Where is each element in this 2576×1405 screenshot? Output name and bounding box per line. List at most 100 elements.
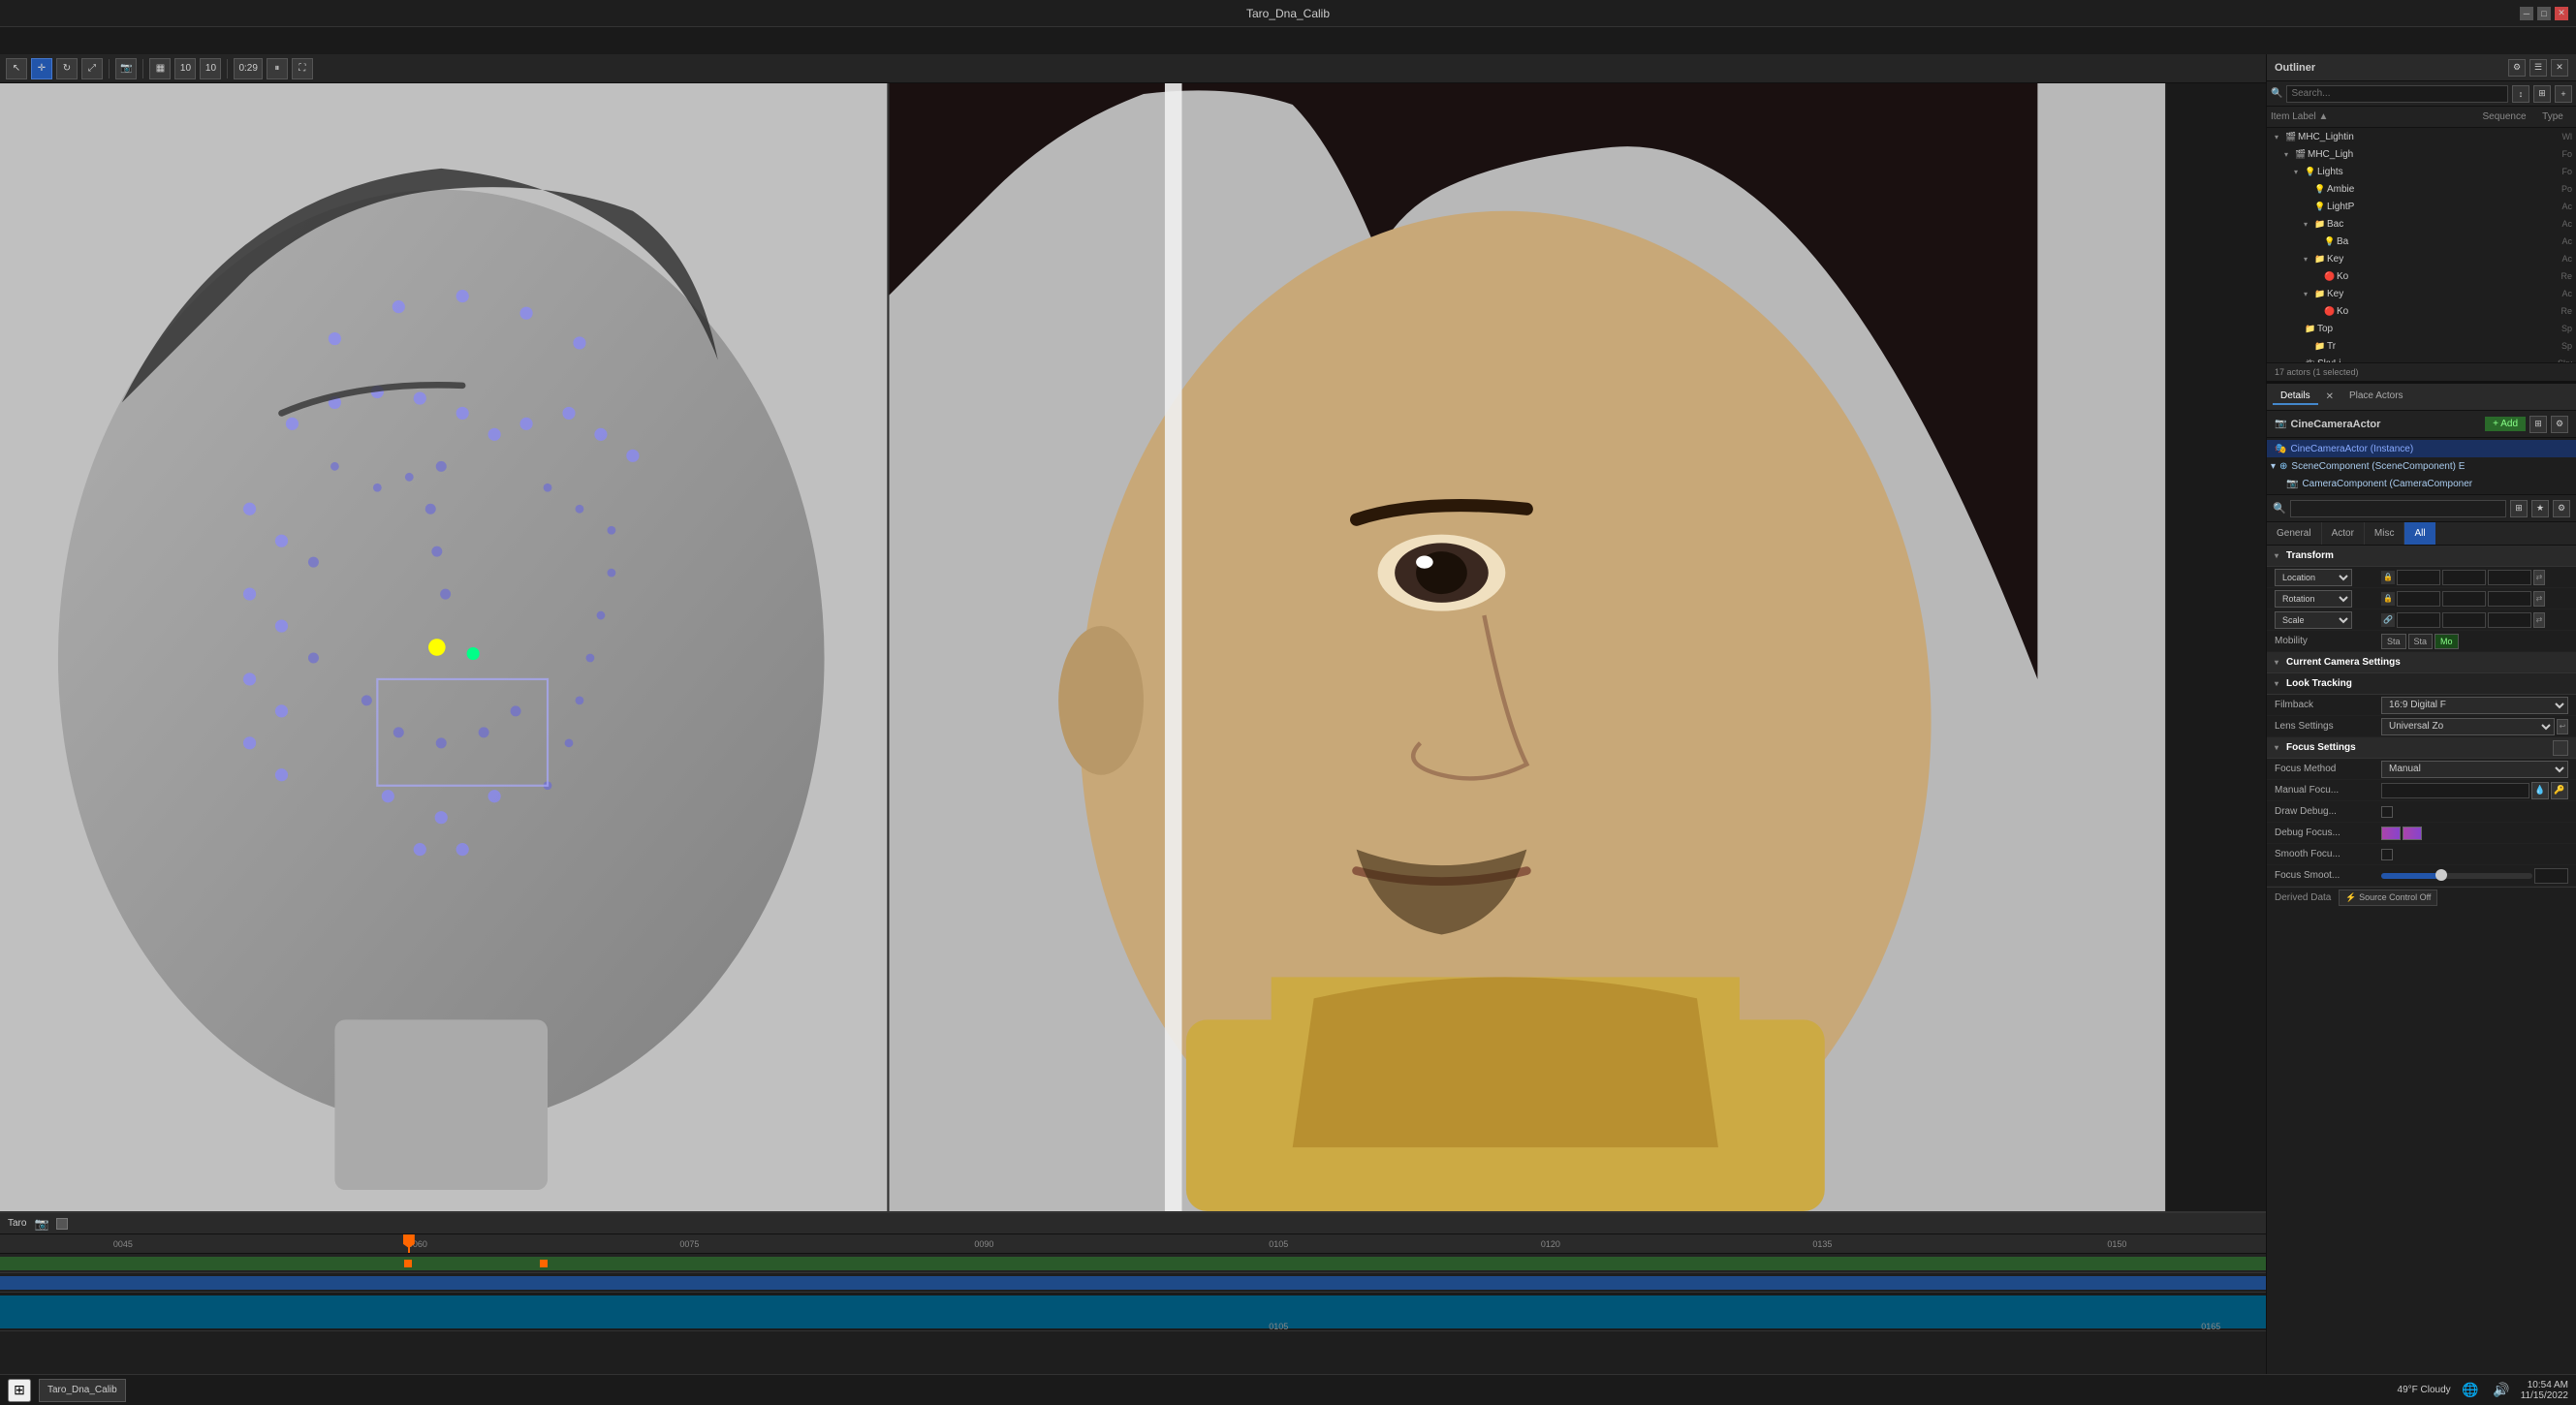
transform-section-header[interactable]: ▾ Transform: [2267, 546, 2576, 567]
window-controls[interactable]: ─ □ ✕: [2520, 7, 2568, 20]
tree-item[interactable]: ▾📁KeyAc: [2267, 285, 2576, 302]
scale-x-input[interactable]: 1.0: [2397, 612, 2440, 628]
manual-focus-input[interactable]: 133.615738: [2381, 783, 2529, 798]
tree-item[interactable]: 📁TrSp: [2267, 337, 2576, 355]
manual-focus-key[interactable]: 🔑: [2551, 782, 2568, 799]
rotation-dropdown[interactable]: Rotation: [2275, 590, 2352, 608]
playhead[interactable]: [408, 1234, 410, 1253]
column-item-label[interactable]: Item Label ▲: [2271, 111, 2475, 122]
focus-settings-header[interactable]: ▾ Focus Settings: [2267, 737, 2576, 759]
network-icon[interactable]: 🌐: [2459, 1379, 2482, 1402]
rotation-z-input[interactable]: 11: [2488, 591, 2531, 607]
outliner-sort-btn[interactable]: ↕: [2512, 85, 2529, 103]
timeline-tracks[interactable]: 0105 0165: [0, 1254, 2266, 1331]
timeline-ruler[interactable]: 0045 0060 0075 0090 0105 0120 0135 0150: [0, 1234, 2266, 1254]
scale-y-input[interactable]: 1.0: [2442, 612, 2486, 628]
add-component-button[interactable]: + Add: [2485, 417, 2526, 431]
draw-debug-checkbox[interactable]: [2381, 806, 2393, 818]
scale-tool-button[interactable]: ⤢: [81, 58, 103, 79]
tab-place-actors[interactable]: Place Actors: [2341, 389, 2411, 405]
mobility-sta-btn-1[interactable]: Sta: [2381, 634, 2406, 649]
keyframe-dot-2[interactable]: [540, 1260, 548, 1267]
taskbar-app-unreal[interactable]: Taro_Dna_Calib: [39, 1379, 126, 1402]
location-lock-btn[interactable]: 🔒: [2381, 571, 2395, 584]
location-y-input[interactable]: 142: [2442, 570, 2486, 585]
tree-item[interactable]: 💡LightPAc: [2267, 198, 2576, 215]
maximize-button[interactable]: □: [2537, 7, 2551, 20]
tree-item[interactable]: 💡BaAc: [2267, 233, 2576, 250]
cat-tab-all[interactable]: All: [2404, 522, 2435, 545]
details-grid-btn[interactable]: ⊞: [2510, 500, 2528, 517]
rotation-y-input[interactable]: 1.21: [2442, 591, 2486, 607]
location-chain-btn[interactable]: ⇄: [2533, 570, 2545, 585]
cat-tab-misc[interactable]: Misc: [2365, 522, 2405, 545]
outliner-close-btn[interactable]: ✕: [2551, 59, 2568, 77]
component-camera[interactable]: 📷 CameraComponent (CameraComponer: [2267, 475, 2576, 492]
minimize-button[interactable]: ─: [2520, 7, 2533, 20]
focus-method-dropdown[interactable]: Manual: [2381, 761, 2568, 778]
location-z-input[interactable]: 110: [2488, 570, 2531, 585]
tree-item[interactable]: 📁TopSp: [2267, 320, 2576, 337]
rotation-lock-btn[interactable]: 🔒: [2381, 592, 2395, 606]
outliner-view-btn[interactable]: ⊞: [2533, 85, 2551, 103]
details-settings-btn[interactable]: ⊞: [2529, 416, 2547, 433]
details-star-btn[interactable]: ★: [2531, 500, 2549, 517]
green-track[interactable]: [0, 1257, 2266, 1270]
look-tracking-header[interactable]: ▾ Look Tracking: [2267, 673, 2576, 695]
smooth-focus-checkbox[interactable]: [2381, 849, 2393, 860]
tree-item[interactable]: 🔴KoRe: [2267, 267, 2576, 285]
details-search-input[interactable]: [2290, 500, 2506, 517]
blue-track[interactable]: [0, 1276, 2266, 1290]
details-close-btn[interactable]: ✕: [2322, 391, 2338, 402]
rotate-tool-button[interactable]: ↻: [56, 58, 78, 79]
scale-dropdown[interactable]: Scale: [2275, 611, 2352, 629]
mobility-sta-btn-2[interactable]: Sta: [2408, 634, 2434, 649]
focus-settings-btn[interactable]: [2553, 740, 2568, 756]
outliner-add-btn[interactable]: +: [2555, 85, 2572, 103]
tree-item[interactable]: ▾📁KeyAc: [2267, 250, 2576, 267]
filmback-dropdown[interactable]: 16:9 Digital F: [2381, 697, 2568, 714]
start-button[interactable]: ⊞: [8, 1379, 31, 1402]
mobility-mo-btn[interactable]: Mo: [2435, 634, 2459, 649]
camera-settings-header[interactable]: ▾ Current Camera Settings: [2267, 652, 2576, 673]
location-x-input[interactable]: -2: [2397, 570, 2440, 585]
instance-label[interactable]: 🎭 CineCameraActor (Instance): [2267, 440, 2576, 457]
main-viewport[interactable]: [0, 83, 2266, 1211]
tree-item[interactable]: ▾💡LightsFo: [2267, 163, 2576, 180]
grid-btn[interactable]: ▦: [149, 58, 171, 79]
lock-icon[interactable]: [56, 1218, 68, 1230]
frame-display-btn[interactable]: 0:29: [234, 58, 262, 79]
slider-thumb[interactable]: [2435, 869, 2447, 881]
smooth-speed-slider[interactable]: [2381, 873, 2532, 879]
manual-focus-dropper[interactable]: 💧: [2531, 782, 2549, 799]
location-dropdown[interactable]: Location: [2275, 569, 2352, 586]
lens-reset-btn[interactable]: ↩: [2557, 719, 2568, 734]
cursor-tool-button[interactable]: ↖: [6, 58, 27, 79]
scale-lock-btn[interactable]: 🔗: [2381, 613, 2395, 627]
lens-settings-dropdown[interactable]: Universal Zo: [2381, 718, 2555, 735]
close-button[interactable]: ✕: [2555, 7, 2568, 20]
tree-item[interactable]: ▾🎬MHC_LightinWl: [2267, 128, 2576, 145]
tab-details[interactable]: Details: [2273, 389, 2318, 405]
cam-btn[interactable]: ⛶: [292, 58, 313, 79]
cat-tab-actor[interactable]: Actor: [2322, 522, 2365, 545]
tree-item[interactable]: 🌤SkyLiSky: [2267, 355, 2576, 362]
outliner-search-input[interactable]: [2286, 85, 2508, 103]
smooth-speed-input[interactable]: 8.0: [2534, 868, 2568, 884]
scale-chain-btn[interactable]: ⇄: [2533, 612, 2545, 628]
cyan-track[interactable]: [0, 1296, 2266, 1328]
debug-focus-color-2[interactable]: [2403, 827, 2422, 840]
source-control-button[interactable]: ⚡ Source Control Off: [2339, 890, 2437, 906]
debug-focus-color-1[interactable]: [2381, 827, 2401, 840]
tree-item[interactable]: 🔴KoRe: [2267, 302, 2576, 320]
angle-btn[interactable]: 10: [200, 58, 221, 79]
outliner-settings-btn[interactable]: ⚙: [2508, 59, 2526, 77]
cat-tab-general[interactable]: General: [2267, 522, 2322, 545]
component-scene[interactable]: ▾ ⊕ SceneComponent (SceneComponent) E: [2267, 457, 2576, 475]
rotation-chain-btn[interactable]: ⇄: [2533, 591, 2545, 607]
grid-size-btn[interactable]: 10: [174, 58, 196, 79]
tree-item[interactable]: ▾📁BacAc: [2267, 215, 2576, 233]
keyframe-dot-1[interactable]: [404, 1260, 412, 1267]
rotation-x-input[interactable]: -0: [2397, 591, 2440, 607]
play-btn[interactable]: ⏸: [267, 58, 288, 79]
